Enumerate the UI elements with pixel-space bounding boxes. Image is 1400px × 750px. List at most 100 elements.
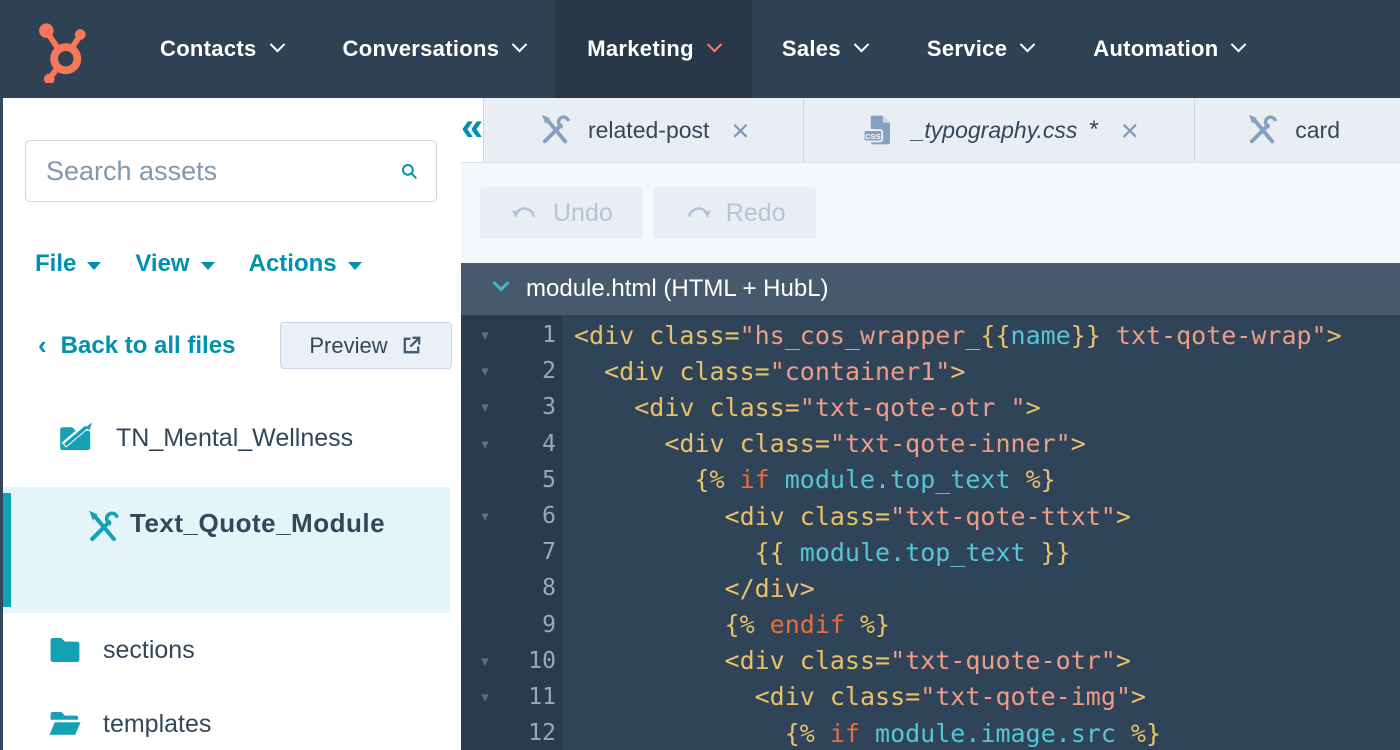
code-line[interactable]: 5 {% if module.top_text %} bbox=[461, 462, 1400, 498]
chevron-down-icon bbox=[854, 36, 870, 52]
chevron-down-icon bbox=[269, 36, 285, 52]
fold-arrow-icon[interactable]: ▾ bbox=[461, 398, 509, 416]
nav-contacts[interactable]: Contacts bbox=[130, 0, 313, 98]
code-text: <div class="txt-qote-ttxt"> bbox=[559, 502, 1131, 531]
code-line[interactable]: 8 </div> bbox=[461, 570, 1400, 606]
file-section-title: module.html (HTML + HubL) bbox=[526, 275, 829, 303]
nav-service[interactable]: Service bbox=[897, 0, 1063, 98]
tree-item-selected[interactable]: Text_Quote_Module bbox=[3, 487, 450, 613]
nav-sales[interactable]: Sales bbox=[752, 0, 897, 98]
caret-down-icon bbox=[348, 262, 362, 270]
actions-menu[interactable]: Actions bbox=[249, 250, 362, 278]
tree-item-label: TN_Mental_Wellness bbox=[116, 424, 353, 453]
file-section-header[interactable]: module.html (HTML + HubL) bbox=[461, 263, 1400, 315]
folder-closed-icon bbox=[45, 632, 85, 668]
nav-label: Service bbox=[927, 36, 1007, 62]
double-chevron-left-icon: « bbox=[461, 105, 483, 150]
back-row: ‹ Back to all files Preview bbox=[0, 322, 461, 370]
fold-arrow-icon[interactable]: ▾ bbox=[461, 435, 509, 453]
line-number: 5 bbox=[509, 467, 559, 493]
tab-related-post[interactable]: related-post × bbox=[484, 98, 804, 162]
code-text: <div class="txt-quote-otr"> bbox=[559, 646, 1131, 675]
css-file-icon: CSS bbox=[860, 112, 896, 148]
fold-arrow-icon[interactable]: ▾ bbox=[461, 688, 509, 706]
line-number: 12 bbox=[509, 720, 559, 746]
chevron-down-icon bbox=[512, 36, 528, 52]
back-to-all-files-link[interactable]: ‹ Back to all files bbox=[38, 330, 235, 361]
close-icon[interactable]: × bbox=[731, 115, 749, 146]
chevron-down-icon[interactable] bbox=[493, 275, 510, 292]
line-number: 8 bbox=[509, 575, 559, 601]
fold-arrow-icon[interactable]: ▾ bbox=[461, 362, 509, 380]
tab-label: _typography.css bbox=[912, 117, 1078, 144]
undo-label: Undo bbox=[553, 199, 613, 228]
code-lines: ▾1<div class="hs_cos_wrapper_{{name}} tx… bbox=[461, 315, 1400, 750]
tab-card[interactable]: card bbox=[1195, 98, 1400, 162]
tab-bar: « related-post × bbox=[461, 98, 1400, 163]
redo-icon bbox=[683, 201, 713, 226]
tree-item-sections[interactable]: sections bbox=[45, 632, 195, 668]
close-icon[interactable]: × bbox=[1121, 115, 1139, 146]
finder-sidebar: File View Actions ‹ Back to all files bbox=[0, 98, 461, 750]
preview-button[interactable]: Preview bbox=[280, 322, 452, 369]
sidebar-left-edge bbox=[0, 98, 3, 750]
nav-automation[interactable]: Automation bbox=[1063, 0, 1274, 98]
code-line[interactable]: 7 {{ module.top_text }} bbox=[461, 534, 1400, 570]
selected-accent-bar bbox=[3, 493, 11, 607]
line-number: 9 bbox=[509, 612, 559, 638]
file-menu[interactable]: File bbox=[35, 250, 101, 278]
nav-label: Sales bbox=[782, 36, 841, 62]
preview-label: Preview bbox=[309, 333, 387, 359]
hubspot-sprocket-icon bbox=[27, 15, 89, 83]
nav-marketing[interactable]: Marketing bbox=[555, 0, 752, 98]
code-area[interactable]: ▾1<div class="hs_cos_wrapper_{{name}} tx… bbox=[461, 315, 1400, 750]
menu-label: File bbox=[35, 250, 76, 278]
code-text: <div class="hs_cos_wrapper_{{name}} txt-… bbox=[559, 321, 1342, 350]
code-line[interactable]: ▾1<div class="hs_cos_wrapper_{{name}} tx… bbox=[461, 317, 1400, 353]
code-line[interactable]: 9 {% endif %} bbox=[461, 607, 1400, 643]
nav-label: Contacts bbox=[160, 36, 257, 62]
code-line[interactable]: ▾11 <div class="txt-qote-img"> bbox=[461, 679, 1400, 715]
tree-item-label: templates bbox=[103, 710, 211, 739]
fold-arrow-icon[interactable]: ▾ bbox=[461, 326, 509, 344]
tab-typography-css[interactable]: CSS _typography.css * × bbox=[804, 98, 1195, 162]
redo-button[interactable]: Redo bbox=[653, 187, 816, 239]
code-line[interactable]: ▾4 <div class="txt-qote-inner"> bbox=[461, 426, 1400, 462]
folder-open-icon bbox=[45, 706, 85, 742]
view-menu[interactable]: View bbox=[135, 250, 214, 278]
back-link-label: Back to all files bbox=[61, 332, 236, 360]
nav-conversations[interactable]: Conversations bbox=[313, 0, 556, 98]
nav-label: Conversations bbox=[343, 36, 500, 62]
collapse-sidebar-button[interactable]: « bbox=[461, 98, 484, 162]
undo-icon bbox=[510, 201, 540, 226]
code-line[interactable]: ▾3 <div class="txt-qote-otr "> bbox=[461, 389, 1400, 425]
chevron-left-icon: ‹ bbox=[38, 330, 47, 361]
tree-item-templates[interactable]: templates bbox=[45, 706, 211, 742]
nav-label: Marketing bbox=[587, 36, 694, 62]
code-line[interactable]: ▾6 <div class="txt-qote-ttxt"> bbox=[461, 498, 1400, 534]
hubspot-sprocket-icon[interactable] bbox=[26, 0, 90, 98]
tree-item-label: Text_Quote_Module bbox=[130, 499, 388, 547]
tree-item-folder[interactable]: TN_Mental_Wellness bbox=[56, 420, 353, 456]
unsaved-indicator: * bbox=[1089, 116, 1098, 144]
menu-label: View bbox=[135, 250, 189, 278]
code-line[interactable]: ▾10 <div class="txt-quote-otr"> bbox=[461, 643, 1400, 679]
fold-arrow-icon[interactable]: ▾ bbox=[461, 507, 509, 525]
svg-text:CSS: CSS bbox=[865, 132, 881, 141]
fold-arrow-icon[interactable]: ▾ bbox=[461, 652, 509, 670]
code-text: <div class="txt-qote-otr "> bbox=[559, 393, 1041, 422]
code-line[interactable]: 12 {% if module.image.src %} bbox=[461, 715, 1400, 750]
design-folder-icon bbox=[56, 420, 98, 456]
code-text: {{ module.top_text }} bbox=[559, 538, 1071, 567]
module-tools-icon bbox=[85, 509, 121, 550]
code-line[interactable]: ▾2 <div class="container1"> bbox=[461, 353, 1400, 389]
line-number: 7 bbox=[509, 539, 559, 565]
search-input[interactable] bbox=[46, 156, 400, 187]
file-menu-bar: File View Actions bbox=[35, 250, 362, 278]
code-editor-panel: « related-post × bbox=[461, 98, 1400, 750]
undo-button[interactable]: Undo bbox=[480, 187, 643, 239]
line-number: 2 bbox=[509, 358, 559, 384]
top-nav: Contacts Conversations Marketing Sales S… bbox=[0, 0, 1400, 98]
code-text: </div> bbox=[559, 574, 815, 603]
search-icon[interactable] bbox=[400, 155, 418, 187]
